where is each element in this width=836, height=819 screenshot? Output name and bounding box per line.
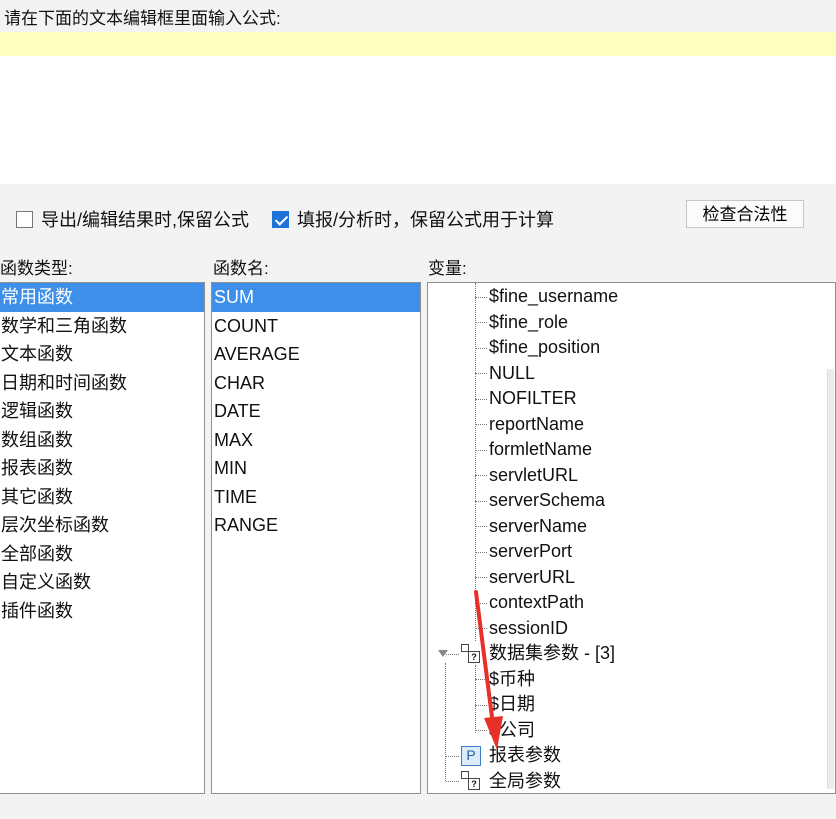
function-type-item[interactable]: 层次坐标函数 — [0, 511, 204, 540]
function-name-item[interactable]: COUNT — [212, 312, 420, 341]
function-types-label: 函数类型: — [0, 259, 73, 278]
editor-current-line — [0, 32, 836, 56]
tree-node-report-params[interactable]: P 报表参数 — [461, 743, 561, 769]
keep-formula-export-label[interactable]: 导出/编辑结果时,保留公式 — [41, 206, 249, 232]
report-params-icon: P — [461, 745, 481, 766]
variable-item[interactable]: NOFILTER — [489, 386, 577, 412]
variables-label: 变量: — [428, 259, 467, 278]
variable-item[interactable]: serverName — [489, 514, 587, 540]
function-names-label: 函数名: — [213, 259, 269, 278]
function-type-item[interactable]: 数组函数 — [0, 426, 204, 455]
variable-item[interactable]: sessionID — [489, 616, 568, 642]
formula-editor[interactable] — [0, 32, 836, 184]
function-name-item[interactable]: MAX — [212, 426, 420, 455]
function-name-item[interactable]: DATE — [212, 397, 420, 426]
function-types-list[interactable]: 常用函数 数学和三角函数 文本函数 日期和时间函数 逻辑函数 数组函数 报表函数 其它函数 层次… — [0, 282, 205, 794]
function-type-item[interactable]: 报表函数 — [0, 454, 204, 483]
keep-formula-export-checkbox[interactable] — [16, 210, 33, 228]
variables-tree[interactable]: $fine_username $fine_role $fine_position NU… — [427, 282, 836, 794]
tree-node-dataset-params-label[interactable]: 数据集参数 - [3] — [489, 641, 615, 667]
variable-item[interactable]: reportName — [489, 412, 584, 438]
dataset-params-icon: ? — [461, 643, 481, 664]
check-validity-button[interactable]: 检查合法性 — [686, 200, 804, 228]
function-type-item[interactable]: 逻辑函数 — [0, 397, 204, 426]
tree-node-dataset-params[interactable]: ? 数据集参数 - [3] — [461, 641, 615, 667]
function-name-item[interactable]: MIN — [212, 454, 420, 483]
function-type-item[interactable]: 全部函数 — [0, 540, 204, 569]
variable-item[interactable]: servletURL — [489, 463, 578, 489]
function-names-list[interactable]: SUM COUNT AVERAGE CHAR DATE MAX MIN TIME RANGE — [211, 282, 421, 794]
variable-item[interactable]: $fine_username — [489, 284, 618, 310]
function-type-item[interactable]: 文本函数 — [0, 340, 204, 369]
function-type-item[interactable]: 日期和时间函数 — [0, 369, 204, 398]
variable-item[interactable]: serverSchema — [489, 488, 605, 514]
tree-node-global-params-label[interactable]: 全局参数 — [489, 769, 561, 794]
function-name-item[interactable]: RANGE — [212, 511, 420, 540]
variable-item[interactable]: NULL — [489, 361, 535, 387]
function-name-item[interactable]: AVERAGE — [212, 340, 420, 369]
function-type-item[interactable]: 自定义函数 — [0, 568, 204, 597]
formula-prompt-label: 请在下面的文本编辑框里面输入公式: — [4, 9, 281, 28]
function-name-item[interactable]: CHAR — [212, 369, 420, 398]
variable-item[interactable]: formletName — [489, 437, 592, 463]
vertical-scrollbar[interactable] — [827, 369, 834, 789]
keep-formula-fill-label[interactable]: 填报/分析时，保留公式用于计算 — [297, 206, 554, 232]
variable-item[interactable]: contextPath — [489, 590, 584, 616]
tree-node-global-params[interactable]: ? 全局参数 — [461, 769, 561, 794]
variable-item[interactable]: $fine_role — [489, 310, 568, 336]
function-name-item[interactable]: TIME — [212, 483, 420, 512]
function-type-item[interactable]: 其它函数 — [0, 483, 204, 512]
variable-item[interactable]: $币种 — [489, 667, 535, 693]
variable-item[interactable]: $fine_position — [489, 335, 600, 361]
function-type-item[interactable]: 数学和三角函数 — [0, 312, 204, 341]
function-type-item[interactable]: 插件函数 — [0, 597, 204, 626]
function-type-item[interactable]: 常用函数 — [0, 283, 204, 312]
variable-item[interactable]: $公司 — [489, 718, 535, 744]
function-name-item[interactable]: SUM — [212, 283, 420, 312]
keep-formula-fill-checkbox[interactable] — [272, 210, 289, 228]
variable-item[interactable]: serverURL — [489, 565, 575, 591]
keep-formula-export-option[interactable]: 导出/编辑结果时,保留公式 — [16, 206, 249, 232]
keep-formula-fill-option[interactable]: 填报/分析时，保留公式用于计算 — [272, 206, 554, 232]
tree-node-report-params-label[interactable]: 报表参数 — [489, 743, 561, 769]
dataset-params-icon: ? — [461, 771, 481, 791]
variable-item[interactable]: $日期 — [489, 692, 535, 718]
variable-item[interactable]: serverPort — [489, 539, 572, 565]
